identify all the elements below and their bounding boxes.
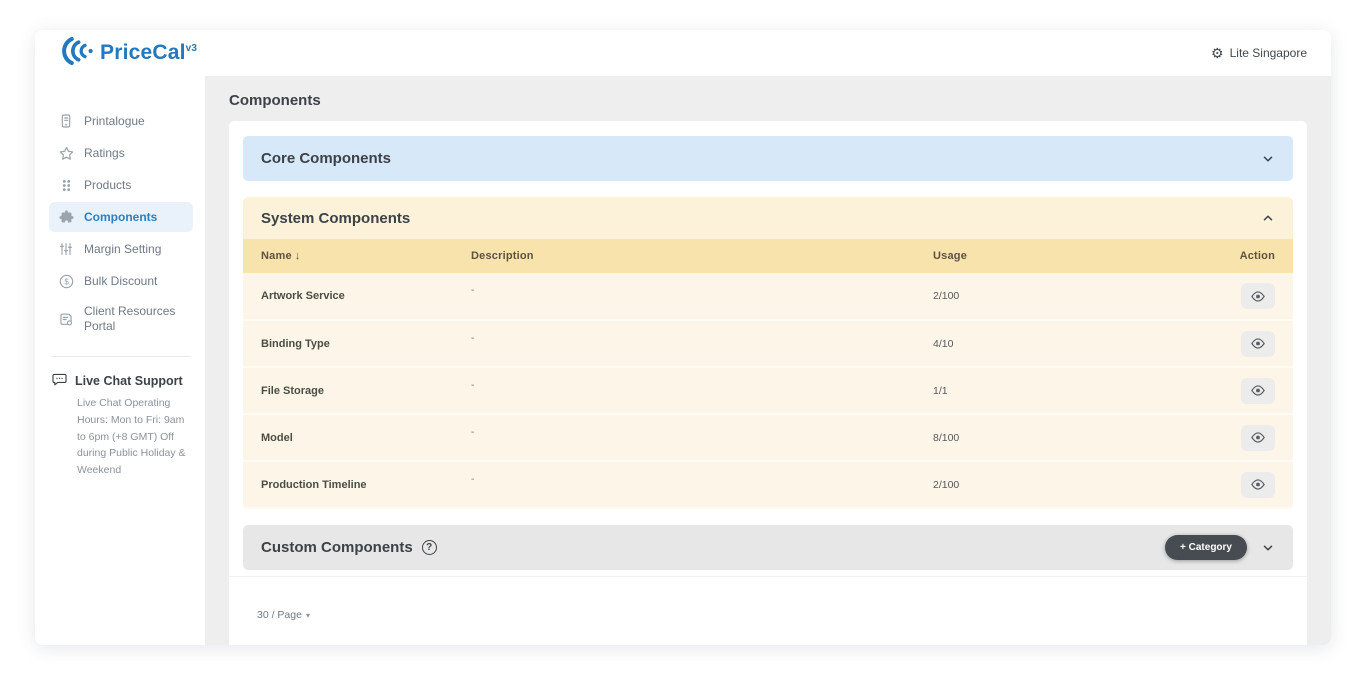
sidebar-item-label: Ratings — [84, 146, 125, 161]
eye-icon — [1251, 479, 1265, 490]
caret-down-icon: ▾ — [306, 611, 310, 620]
page-size-label: 30 / Page — [257, 609, 302, 621]
component-name: Production Timeline — [243, 461, 453, 508]
sidebar-item-margin-setting[interactable]: Margin Setting — [49, 234, 193, 264]
sidebar-item-label: Products — [84, 178, 131, 193]
component-description: - — [453, 461, 915, 508]
page-title: Components — [229, 92, 1307, 109]
component-name: Artwork Service — [243, 273, 453, 320]
view-button[interactable] — [1241, 283, 1275, 309]
pricecal-logo[interactable]: PriceCalv3 — [55, 35, 197, 72]
ratings-icon — [57, 144, 75, 162]
column-header-usage: Usage — [915, 239, 1209, 273]
chat-bubble-icon — [51, 371, 68, 391]
sidebar: Printalogue Ratings Pr — [35, 76, 205, 645]
margin-setting-icon — [57, 240, 75, 258]
sort-descending-icon: ↓ — [295, 250, 301, 262]
system-components-table-body: Artwork Service - 2/100 — [243, 273, 1293, 508]
sidebar-item-products[interactable]: Products — [49, 170, 193, 200]
products-icon — [57, 176, 75, 194]
sidebar-item-label: Components — [84, 210, 157, 225]
component-usage: 2/100 — [915, 461, 1209, 508]
svg-text:$: $ — [64, 277, 69, 286]
column-header-name[interactable]: Name↓ — [243, 239, 453, 273]
component-description: - — [453, 320, 915, 367]
component-usage: 1/1 — [915, 367, 1209, 414]
core-components-title: Core Components — [261, 150, 391, 167]
eye-icon — [1251, 385, 1265, 396]
top-bar: PriceCalv3 ⚙ Lite Singapore — [35, 30, 1331, 76]
sidebar-item-label: Printalogue — [84, 114, 145, 129]
workspace-settings[interactable]: ⚙ Lite Singapore — [1211, 46, 1307, 60]
component-name: File Storage — [243, 367, 453, 414]
sidebar-item-client-resources-portal[interactable]: Client Resources Portal — [49, 298, 193, 340]
table-header-row: Name↓ Description Usage Action — [243, 239, 1293, 273]
component-usage: 4/10 — [915, 320, 1209, 367]
sidebar-item-label: Margin Setting — [84, 242, 161, 257]
eye-icon — [1251, 338, 1265, 349]
live-chat-hours: Live Chat Operating Hours: Mon to Fri: 9… — [77, 395, 191, 479]
sidebar-item-bulk-discount[interactable]: $ Bulk Discount — [49, 266, 193, 296]
sidebar-divider — [51, 356, 191, 357]
core-components-header[interactable]: Core Components — [243, 136, 1293, 181]
eye-icon — [1251, 291, 1265, 302]
table-row: Binding Type - 4/10 — [243, 320, 1293, 367]
printalogue-icon — [57, 112, 75, 130]
component-usage: 2/100 — [915, 273, 1209, 320]
sidebar-item-ratings[interactable]: Ratings — [49, 138, 193, 168]
component-usage: 8/100 — [915, 414, 1209, 461]
column-header-action: Action — [1209, 239, 1293, 273]
sidebar-item-components[interactable]: Components — [49, 202, 193, 232]
chevron-down-icon[interactable] — [1261, 541, 1275, 555]
system-components-table: Name↓ Description Usage Action Artwork S… — [243, 239, 1293, 509]
component-name: Binding Type — [243, 320, 453, 367]
system-components-section: System Components Name↓ Description Usag… — [243, 197, 1293, 509]
logo-text: PriceCalv3 — [100, 41, 197, 65]
table-row: Production Timeline - 2/100 — [243, 461, 1293, 508]
view-button[interactable] — [1241, 378, 1275, 404]
components-card: Core Components System Components — [229, 121, 1307, 645]
view-button[interactable] — [1241, 425, 1275, 451]
component-name: Model — [243, 414, 453, 461]
table-row: Model - 8/100 — [243, 414, 1293, 461]
component-description: - — [453, 367, 915, 414]
column-header-description: Description — [453, 239, 915, 273]
client-resources-icon — [57, 310, 75, 328]
sidebar-item-label: Bulk Discount — [84, 274, 157, 289]
pricecal-logo-icon — [55, 35, 95, 72]
component-description: - — [453, 273, 915, 320]
eye-icon — [1251, 432, 1265, 443]
system-components-header[interactable]: System Components — [243, 197, 1293, 239]
app-window: PriceCalv3 ⚙ Lite Singapore Printalogue — [35, 30, 1331, 645]
main-content: Components Core Components System Compon… — [205, 76, 1331, 645]
view-button[interactable] — [1241, 331, 1275, 357]
chevron-up-icon[interactable] — [1261, 211, 1275, 225]
card-footer: 30 / Page ▾ — [229, 576, 1307, 645]
table-row: File Storage - 1/1 — [243, 367, 1293, 414]
system-components-title: System Components — [261, 210, 410, 227]
help-icon[interactable]: ? — [422, 540, 437, 555]
view-button[interactable] — [1241, 472, 1275, 498]
workspace-label: Lite Singapore — [1230, 46, 1307, 60]
live-chat-support: Live Chat Support Live Chat Operating Ho… — [49, 371, 193, 479]
chevron-down-icon[interactable] — [1261, 152, 1275, 166]
live-chat-title: Live Chat Support — [75, 374, 183, 388]
sidebar-item-printalogue[interactable]: Printalogue — [49, 106, 193, 136]
gear-icon: ⚙ — [1211, 46, 1224, 60]
custom-components-title: Custom Components ? — [261, 539, 437, 556]
add-category-button[interactable]: + Category — [1165, 535, 1247, 560]
page-size-select[interactable]: 30 / Page ▾ — [257, 609, 310, 621]
component-description: - — [453, 414, 915, 461]
bulk-discount-icon: $ — [57, 272, 75, 290]
table-row: Artwork Service - 2/100 — [243, 273, 1293, 320]
components-icon — [57, 208, 75, 226]
custom-components-header[interactable]: Custom Components ? + Category — [243, 525, 1293, 570]
logo-version: v3 — [186, 43, 198, 54]
sidebar-item-label: Client Resources Portal — [84, 304, 185, 334]
